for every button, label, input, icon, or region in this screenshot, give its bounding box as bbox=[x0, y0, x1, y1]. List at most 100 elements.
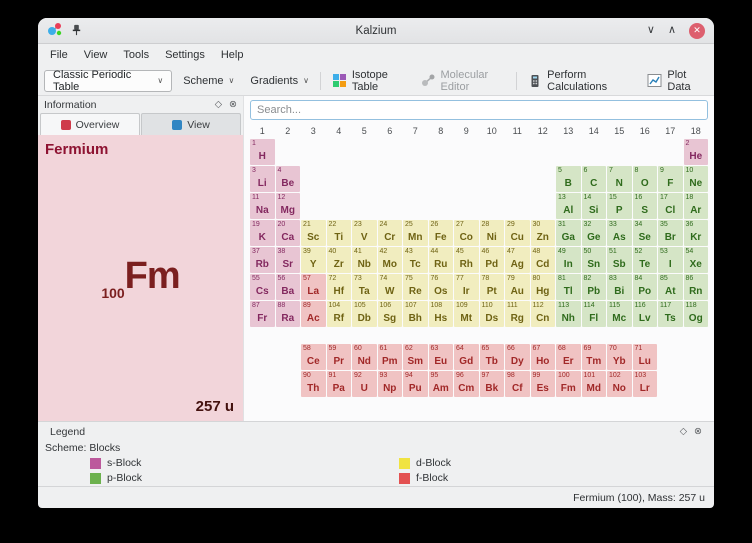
element-B[interactable]: 5B bbox=[556, 166, 581, 192]
element-Tm[interactable]: 69Tm bbox=[582, 344, 607, 370]
scheme-dropdown[interactable]: Scheme ∨ bbox=[178, 70, 239, 92]
element-Fr[interactable]: 87Fr bbox=[250, 301, 275, 327]
element-Am[interactable]: 95Am bbox=[429, 371, 454, 397]
element-C[interactable]: 6C bbox=[582, 166, 607, 192]
element-N[interactable]: 7N bbox=[607, 166, 632, 192]
element-Li[interactable]: 3Li bbox=[250, 166, 275, 192]
close-button[interactable]: ✕ bbox=[689, 23, 705, 39]
element-I[interactable]: 53I bbox=[658, 247, 683, 273]
element-He[interactable]: 2He bbox=[684, 139, 709, 165]
element-U[interactable]: 92U bbox=[352, 371, 377, 397]
element-Br[interactable]: 35Br bbox=[658, 220, 683, 246]
element-Zn[interactable]: 30Zn bbox=[531, 220, 556, 246]
element-Cs[interactable]: 55Cs bbox=[250, 274, 275, 300]
element-F[interactable]: 9F bbox=[658, 166, 683, 192]
plot-data-button[interactable]: Plot Data bbox=[642, 70, 708, 92]
gradients-dropdown[interactable]: Gradients ∨ bbox=[245, 70, 314, 92]
element-At[interactable]: 85At bbox=[658, 274, 683, 300]
element-Ir[interactable]: 77Ir bbox=[454, 274, 479, 300]
element-Sn[interactable]: 50Sn bbox=[582, 247, 607, 273]
pin-icon[interactable] bbox=[70, 23, 83, 39]
element-Cr[interactable]: 24Cr bbox=[378, 220, 403, 246]
element-S[interactable]: 16S bbox=[633, 193, 658, 219]
element-Be[interactable]: 4Be bbox=[276, 166, 301, 192]
menu-file[interactable]: File bbox=[42, 46, 76, 64]
element-Ts[interactable]: 117Ts bbox=[658, 301, 683, 327]
element-Ar[interactable]: 18Ar bbox=[684, 193, 709, 219]
element-Hf[interactable]: 72Hf bbox=[327, 274, 352, 300]
element-H[interactable]: 1H bbox=[250, 139, 275, 165]
element-Mo[interactable]: 42Mo bbox=[378, 247, 403, 273]
element-Ge[interactable]: 32Ge bbox=[582, 220, 607, 246]
close-panel-button[interactable]: ⊗ bbox=[229, 100, 237, 110]
element-O[interactable]: 8O bbox=[633, 166, 658, 192]
element-Os[interactable]: 76Os bbox=[429, 274, 454, 300]
element-Gd[interactable]: 64Gd bbox=[454, 344, 479, 370]
element-Pu[interactable]: 94Pu bbox=[403, 371, 428, 397]
element-Mn[interactable]: 25Mn bbox=[403, 220, 428, 246]
element-V[interactable]: 23V bbox=[352, 220, 377, 246]
kalzium-app-icon[interactable] bbox=[47, 21, 63, 40]
element-Na[interactable]: 11Na bbox=[250, 193, 275, 219]
element-Sr[interactable]: 38Sr bbox=[276, 247, 301, 273]
element-Po[interactable]: 84Po bbox=[633, 274, 658, 300]
element-Mt[interactable]: 109Mt bbox=[454, 301, 479, 327]
element-Co[interactable]: 27Co bbox=[454, 220, 479, 246]
element-Sm[interactable]: 62Sm bbox=[403, 344, 428, 370]
element-Se[interactable]: 34Se bbox=[633, 220, 658, 246]
menu-view[interactable]: View bbox=[76, 46, 116, 64]
element-Ds[interactable]: 110Ds bbox=[480, 301, 505, 327]
element-Cf[interactable]: 98Cf bbox=[505, 371, 530, 397]
element-Ce[interactable]: 58Ce bbox=[301, 344, 326, 370]
element-Kr[interactable]: 36Kr bbox=[684, 220, 709, 246]
element-Er[interactable]: 68Er bbox=[556, 344, 581, 370]
element-Pb[interactable]: 82Pb bbox=[582, 274, 607, 300]
element-Mc[interactable]: 115Mc bbox=[607, 301, 632, 327]
element-Sb[interactable]: 51Sb bbox=[607, 247, 632, 273]
isotope-table-button[interactable]: Isotope Table bbox=[327, 70, 410, 92]
element-Fm[interactable]: 100Fm bbox=[556, 371, 581, 397]
element-Pr[interactable]: 59Pr bbox=[327, 344, 352, 370]
element-Re[interactable]: 75Re bbox=[403, 274, 428, 300]
element-Si[interactable]: 14Si bbox=[582, 193, 607, 219]
table-type-select[interactable]: Classic Periodic Table ∨ bbox=[44, 70, 172, 92]
element-K[interactable]: 19K bbox=[250, 220, 275, 246]
element-Dy[interactable]: 66Dy bbox=[505, 344, 530, 370]
element-Lu[interactable]: 71Lu bbox=[633, 344, 658, 370]
element-Nd[interactable]: 60Nd bbox=[352, 344, 377, 370]
perform-calculations-button[interactable]: Perform Calculations bbox=[523, 70, 636, 92]
element-Cn[interactable]: 112Cn bbox=[531, 301, 556, 327]
element-Cu[interactable]: 29Cu bbox=[505, 220, 530, 246]
minimize-button[interactable]: ∨ bbox=[647, 25, 655, 36]
element-Sc[interactable]: 21Sc bbox=[301, 220, 326, 246]
element-Bk[interactable]: 97Bk bbox=[480, 371, 505, 397]
element-Ag[interactable]: 47Ag bbox=[505, 247, 530, 273]
element-Ta[interactable]: 73Ta bbox=[352, 274, 377, 300]
element-Bh[interactable]: 107Bh bbox=[403, 301, 428, 327]
element-Lv[interactable]: 116Lv bbox=[633, 301, 658, 327]
element-Fe[interactable]: 26Fe bbox=[429, 220, 454, 246]
menu-tools[interactable]: Tools bbox=[115, 46, 157, 64]
element-Md[interactable]: 101Md bbox=[582, 371, 607, 397]
element-Cm[interactable]: 96Cm bbox=[454, 371, 479, 397]
element-Rh[interactable]: 45Rh bbox=[454, 247, 479, 273]
close-panel-button[interactable]: ⊗ bbox=[694, 427, 702, 437]
element-Og[interactable]: 118Og bbox=[684, 301, 709, 327]
tab-view[interactable]: View bbox=[141, 113, 241, 135]
element-Bi[interactable]: 83Bi bbox=[607, 274, 632, 300]
element-Tb[interactable]: 65Tb bbox=[480, 344, 505, 370]
menu-help[interactable]: Help bbox=[213, 46, 252, 64]
element-Y[interactable]: 39Y bbox=[301, 247, 326, 273]
maximize-button[interactable]: ∧ bbox=[668, 25, 676, 36]
element-Ni[interactable]: 28Ni bbox=[480, 220, 505, 246]
element-Lr[interactable]: 103Lr bbox=[633, 371, 658, 397]
element-Rb[interactable]: 37Rb bbox=[250, 247, 275, 273]
element-Tc[interactable]: 43Tc bbox=[403, 247, 428, 273]
element-Ho[interactable]: 67Ho bbox=[531, 344, 556, 370]
element-Ca[interactable]: 20Ca bbox=[276, 220, 301, 246]
element-As[interactable]: 33As bbox=[607, 220, 632, 246]
element-Xe[interactable]: 54Xe bbox=[684, 247, 709, 273]
element-Th[interactable]: 90Th bbox=[301, 371, 326, 397]
element-La[interactable]: 57La bbox=[301, 274, 326, 300]
element-Zr[interactable]: 40Zr bbox=[327, 247, 352, 273]
